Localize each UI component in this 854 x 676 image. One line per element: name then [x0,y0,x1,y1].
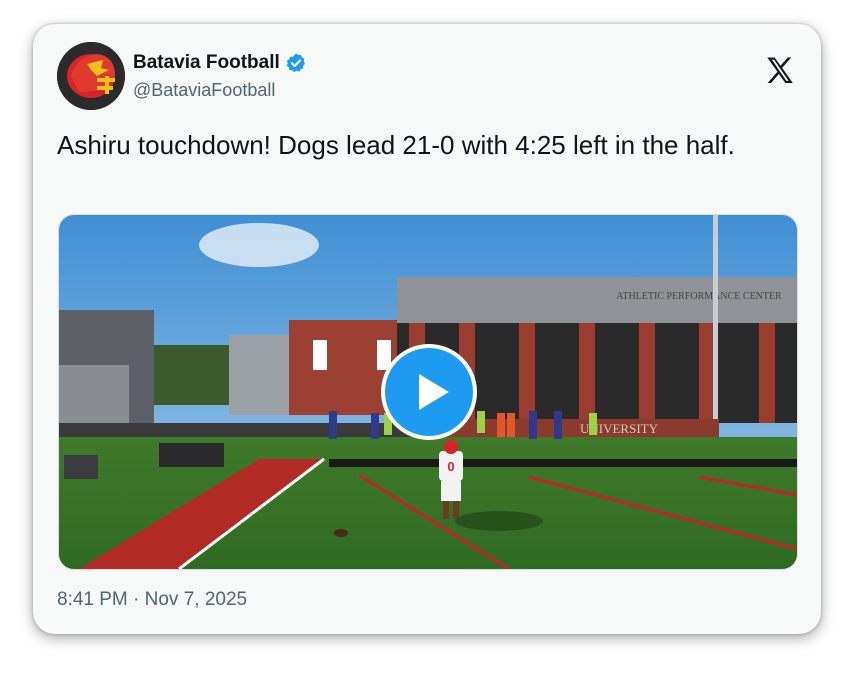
account-name[interactable]: Batavia Football [133,52,280,74]
x-logo-icon[interactable] [763,54,797,88]
play-icon [419,374,449,410]
building-sign: ATHLETIC PERFORMANCE CENTER [616,291,782,302]
verified-badge-icon [285,52,307,74]
tweet-timestamp[interactable]: 8:41 PM · Nov 7, 2025 [57,589,247,611]
avatar[interactable] [57,42,125,110]
play-button[interactable] [381,344,477,440]
player-number: 0 [447,459,454,474]
video-thumbnail[interactable]: ATHLETIC PERFORMANCE CENTER UNIVERSITY 0 [58,214,798,570]
tweet-header: Batavia Football @BataviaFootball [57,42,797,112]
account-handle[interactable]: @BataviaFootball [133,80,275,101]
tweet-card: Batavia Football @BataviaFootball Ashiru… [33,24,821,634]
name-row: Batavia Football [133,52,307,74]
tweet-text: Ashiru touchdown! Dogs lead 21-0 with 4:… [57,130,735,160]
helmet-logo-icon [57,42,125,110]
